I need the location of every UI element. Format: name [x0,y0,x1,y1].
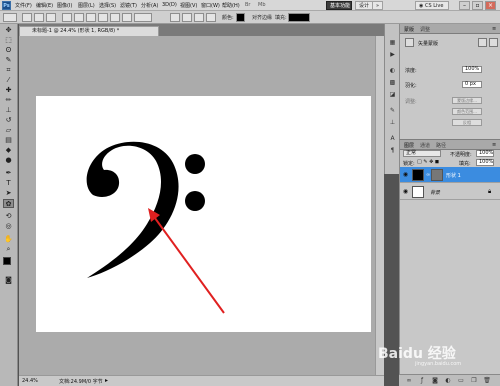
layer-row[interactable]: ◉ 背景 🔒︎ [400,184,500,200]
visibility-eye-icon[interactable]: ◉ [402,171,409,178]
bass-clef-dot-upper [185,154,205,174]
styles-icon[interactable]: ◪ [388,90,397,99]
document-status: 文档:24.9M/0 字节 [59,379,103,385]
link-layers-icon[interactable]: ∞ [405,377,413,385]
adjustment-layer-icon[interactable]: ◐ [444,377,452,385]
color-range-button[interactable]: 颜色范围... [452,108,482,115]
fill-label-layers: 填充: [459,161,471,167]
pixel-mask-icon[interactable] [405,38,414,47]
lock-label: 锁定: [403,161,415,167]
new-layer-icon[interactable]: ❐ [470,377,478,385]
add-pixel-mask-icon[interactable] [478,38,487,47]
add-mask-icon[interactable]: ◙ [431,377,439,385]
tab-layers[interactable]: 图层 [404,142,414,149]
layer-name[interactable]: 背景 [430,189,440,196]
history-icon[interactable]: ▦ [388,38,397,47]
group-icon[interactable]: ▭ [457,377,465,385]
zoom-level[interactable]: 24.4% [22,378,38,384]
vertical-scrollbar[interactable] [375,36,384,375]
layer-name[interactable]: 形状 1 [446,172,461,179]
actions-icon[interactable]: ▶ [388,50,397,59]
layers-footer: ∞ ƒ ◙ ◐ ▭ ❐ 🗑︎ [399,374,500,386]
baidu-watermark: Baidu 经验 [378,346,456,362]
lock-icons[interactable]: □ ✎ ✥ ◼ [417,159,439,165]
masks-panel: 蒙版 调整 ≡ 矢量蒙版 浓度: 100% 羽化: 0 px 调整: 蒙版边缘.… [399,24,500,139]
tab-masks[interactable]: 蒙版 [404,26,414,33]
density-label: 浓度: [405,68,417,74]
opacity-field[interactable]: 100% [476,150,494,157]
masks-panel-tabs: 蒙版 调整 ≡ [400,24,500,34]
trash-icon[interactable]: 🗑︎ [483,377,491,385]
blend-mode-select[interactable]: 正常 [403,150,441,157]
layer-style-icon[interactable]: ƒ [418,377,426,385]
status-bar: 24.4% 文档:24.9M/0 字节 ▸ [19,375,384,386]
add-vector-mask-icon[interactable] [489,38,498,47]
baidu-watermark-url: jingyan.baidu.com [415,361,462,367]
paragraph-icon[interactable]: ¶ [388,146,397,155]
opacity-label: 不透明度: [450,152,472,158]
feather-field[interactable]: 0 px [462,81,482,88]
mask-type-title: 矢量蒙版 [418,41,439,47]
mask-edge-button[interactable]: 蒙版边缘... [452,97,482,104]
layers-panel-tabs: 图层 通道 路径 ≡ [400,140,500,150]
status-arrow-icon[interactable]: ▸ [105,377,108,384]
annotation-arrow-line [151,213,225,314]
color-icon[interactable]: ◐ [388,66,397,75]
vector-mask-thumbnail[interactable] [431,169,443,181]
link-icon: ∞ [426,172,431,178]
tab-channels[interactable]: 通道 [420,142,430,149]
layer-thumbnail [412,186,424,198]
clone-source-icon[interactable]: ⊥ [388,118,397,127]
lock-icon: 🔒︎ [488,188,492,195]
tab-paths[interactable]: 路径 [436,142,446,149]
invert-button[interactable]: 反相 [452,119,482,126]
panel-icon-strip: ▦ ▶ ◐ ▩ ◪ ✎ ⊥ A ¶ [384,24,399,174]
brush-presets-icon[interactable]: ✎ [388,106,397,115]
visibility-eye-icon[interactable]: ◉ [402,188,409,195]
bass-clef-dot-lower [185,191,205,211]
density-field[interactable]: 100% [462,66,482,73]
character-icon[interactable]: A [388,134,397,143]
bass-clef-shape [86,141,179,278]
tab-adjustments[interactable]: 调整 [420,26,430,33]
layer-thumbnail [412,169,424,181]
layers-menu-icon[interactable]: ≡ [492,142,496,148]
swatches-icon[interactable]: ▩ [388,78,397,87]
refine-label: 调整: [405,99,417,105]
panel-menu-icon[interactable]: ≡ [492,26,496,32]
feather-label: 羽化: [405,83,417,89]
fill-field[interactable]: 100% [476,159,494,166]
layer-row[interactable]: ◉ ∞ 形状 1 [400,167,500,183]
